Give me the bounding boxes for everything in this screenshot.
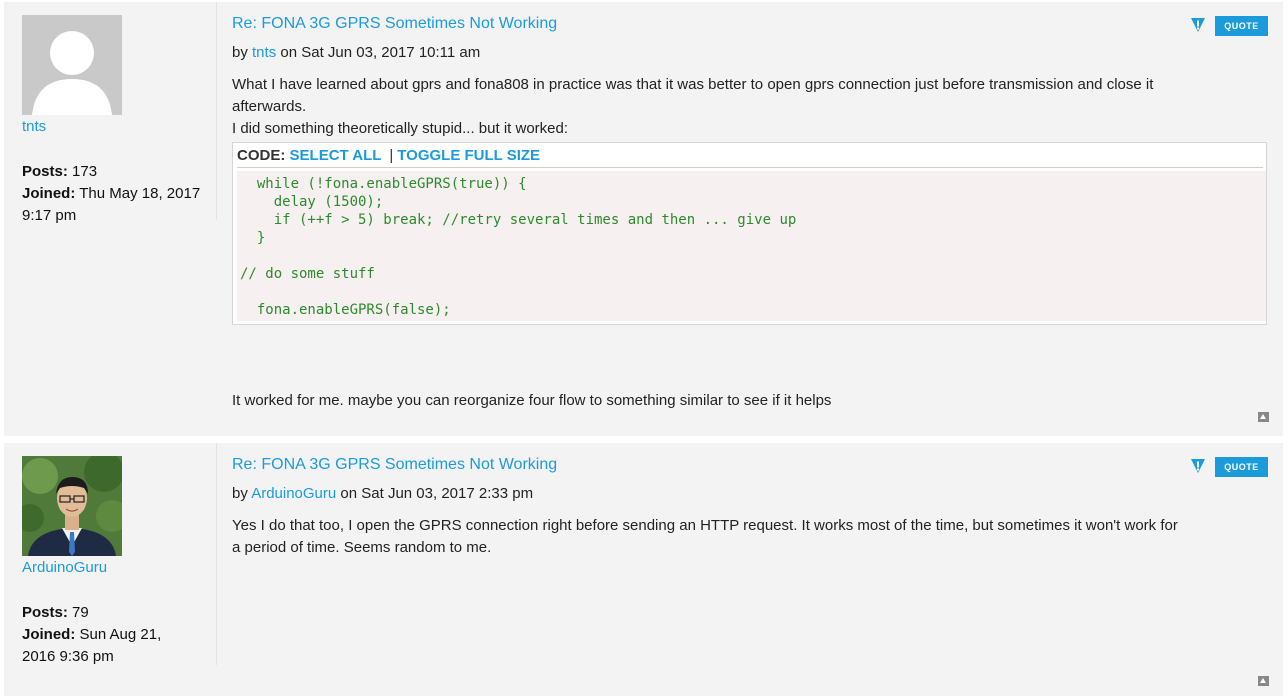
posts-label: Posts: (22, 163, 68, 180)
posts-label: Posts: (22, 604, 68, 621)
joined-time: 2016 9:36 pm (22, 648, 114, 665)
posts-count: 79 (72, 604, 89, 621)
post-profile: ArduinoGuru Posts: 79 Joined: Sun Aug 21… (4, 443, 217, 665)
byline-author-link[interactable]: tnts (252, 44, 276, 61)
post-text-line: afterwards. (232, 98, 307, 115)
default-avatar-icon (22, 15, 122, 115)
joined-date: Thu May 18, 2017 (79, 185, 201, 202)
joined-date: Sun Aug 21, (79, 626, 162, 643)
quote-button[interactable]: QUOTE (1215, 457, 1268, 477)
author-link[interactable]: tnts (22, 118, 46, 135)
post-text-line: a period of time. Seems random to me. (232, 539, 492, 556)
select-all-link[interactable]: SELECT ALL (290, 147, 382, 164)
joined-label: Joined: (22, 626, 76, 643)
author-link[interactable]: ArduinoGuru (22, 559, 107, 576)
post-profile: tnts Posts: 173 Joined: Thu May 18, 2017… (4, 2, 217, 224)
code-line: if (++f > 5) break; //retry several time… (240, 212, 797, 228)
post-content: Yes I do that too, I open the GPRS conne… (232, 515, 1268, 559)
code-line: while (!fona.enableGPRS(true)) { (240, 176, 527, 192)
back-to-top-button[interactable] (1258, 676, 1269, 686)
toggle-full-size-link[interactable]: TOGGLE FULL SIZE (397, 147, 540, 164)
post-date: on Sat Jun 03, 2017 10:11 am (280, 44, 481, 61)
report-icon[interactable] (1190, 458, 1206, 474)
code-line: delay (1500); (240, 194, 384, 210)
code-line: fona.enableGPRS(false); (240, 302, 451, 318)
byline-author-link[interactable]: ArduinoGuru (251, 485, 336, 502)
quote-button[interactable]: QUOTE (1215, 16, 1268, 36)
joined-label: Joined: (22, 185, 76, 202)
code-header: CODE: SELECT ALL | TOGGLE FULL SIZE (237, 145, 1263, 168)
post-date: on Sat Jun 03, 2017 2:33 pm (340, 485, 534, 502)
post-byline: by tnts on Sat Jun 03, 2017 10:11 am (232, 44, 480, 61)
code-block: CODE: SELECT ALL | TOGGLE FULL SIZE while… (232, 142, 1267, 325)
post-text-line: I did something theoretically stupid... … (232, 120, 569, 137)
code-header-separator: | (389, 147, 394, 164)
code-label: CODE: (237, 147, 286, 164)
post: tnts Posts: 173 Joined: Thu May 18, 2017… (4, 2, 1283, 436)
post-title-link[interactable]: Re: FONA 3G GPRS Sometimes Not Working (232, 456, 557, 474)
by-label: by (232, 44, 248, 61)
code-line: } (240, 230, 266, 246)
post-content: What I have learned about gprs and fona8… (232, 74, 1268, 140)
author-stats: Posts: 173 Joined: Thu May 18, 2017 9:17… (22, 161, 214, 227)
post-text-after-code: It worked for me. maybe you can reorgani… (232, 392, 832, 409)
code-line: // do some stuff (240, 266, 375, 282)
post-text-line: What I have learned about gprs and fona8… (232, 76, 1154, 93)
post-text-line: Yes I do that too, I open the GPRS conne… (232, 517, 1178, 534)
by-label: by (232, 485, 248, 502)
author-stats: Posts: 79 Joined: Sun Aug 21, 2016 9:36 … (22, 602, 214, 668)
post-byline: by ArduinoGuru on Sat Jun 03, 2017 2:33 … (232, 485, 533, 502)
code-content: while (!fona.enableGPRS(true)) { delay (… (237, 171, 1266, 321)
report-icon[interactable] (1190, 17, 1206, 33)
posts-count: 173 (72, 163, 98, 180)
user-photo-avatar (22, 456, 122, 556)
post-title-link[interactable]: Re: FONA 3G GPRS Sometimes Not Working (232, 15, 557, 33)
joined-time: 9:17 pm (22, 207, 77, 224)
back-to-top-button[interactable] (1258, 412, 1269, 422)
post: ArduinoGuru Posts: 79 Joined: Sun Aug 21… (4, 443, 1283, 696)
